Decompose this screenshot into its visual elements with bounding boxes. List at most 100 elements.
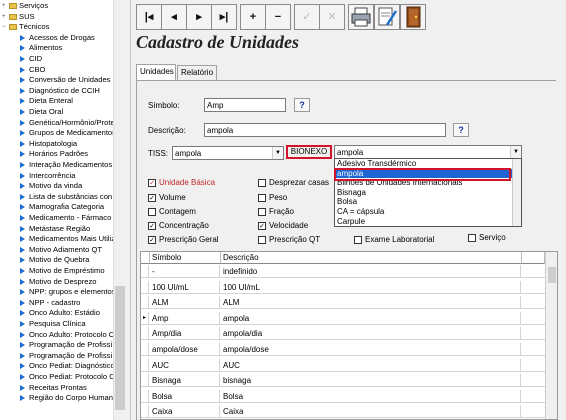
tree-item[interactable]: Onco Adulto: Protocolo C	[20, 330, 113, 340]
expander-icon[interactable]: +	[2, 12, 8, 22]
tree-item[interactable]: Onco Pediat: Protocolo C	[20, 372, 113, 382]
chevron-down-icon[interactable]: ▼	[510, 146, 521, 158]
table-row[interactable]: - indefinido	[141, 265, 545, 278]
checkbox-box[interactable]: ✓	[148, 236, 156, 244]
tree-item[interactable]: Motivo de Quebra	[20, 255, 89, 265]
table-scrollbar[interactable]	[545, 252, 557, 419]
tab-unidades[interactable]: Unidades	[136, 64, 176, 81]
cell-simbolo[interactable]: Caixa	[150, 405, 220, 419]
dropdown-option[interactable]: ampola	[336, 168, 512, 178]
tree-item[interactable]: Programação de Profissi	[20, 340, 112, 350]
tree-item[interactable]: Programação de Profissi	[20, 351, 112, 361]
peso-checkbox[interactable]: Peso	[258, 193, 287, 203]
tree-item[interactable]: NPP: grupos e elementos	[20, 287, 113, 297]
fracao-checkbox[interactable]: Fração	[258, 207, 294, 217]
cell-descricao[interactable]: AUC	[221, 358, 521, 372]
cell-simbolo[interactable]: Amp/dia	[150, 327, 220, 341]
tree-item[interactable]: Motivo da vinda	[20, 181, 82, 191]
simbolo-input[interactable]: Amp	[204, 98, 286, 112]
simbolo-help-button[interactable]: ?	[294, 98, 310, 112]
delete-record-button[interactable]: −	[265, 4, 291, 30]
table-row[interactable]: Bisnaga bisnaga	[141, 374, 545, 388]
checkbox-box[interactable]	[258, 236, 266, 244]
contagem-checkbox[interactable]: Contagem	[148, 207, 196, 217]
desprezar-checkbox[interactable]: Desprezar casas	[258, 178, 329, 188]
prescricao-qt-checkbox[interactable]: Prescrição QT	[258, 235, 320, 245]
cell-descricao[interactable]: ampola	[221, 311, 521, 325]
checkbox-box[interactable]	[468, 234, 476, 242]
tree-item[interactable]: Conversão de Unidades	[20, 75, 110, 85]
tree-item[interactable]: Acessos de Drogas	[20, 33, 95, 43]
exame-laboratorial-checkbox[interactable]: Exame Laboratorial	[354, 235, 434, 245]
tree-item[interactable]: CBO	[20, 65, 45, 75]
tree-item[interactable]: Receitas Prontas	[20, 383, 87, 393]
checkbox-box[interactable]: ✓	[148, 222, 156, 230]
tree-item[interactable]: Medicamento - Fármaco	[20, 213, 111, 223]
tree-item[interactable]: Metástase Região	[20, 224, 90, 234]
tree-folder-item[interactable]: + SUS	[2, 12, 35, 22]
table-header-simbolo[interactable]: Símbolo	[150, 252, 221, 264]
cell-simbolo[interactable]: -	[150, 265, 220, 278]
checkbox-box[interactable]	[258, 208, 266, 216]
tree-item[interactable]: Onco Adulto: Estádio	[20, 308, 100, 318]
table-row[interactable]: 100 UI/mL 100 UI/mL	[141, 280, 545, 294]
expander-icon[interactable]: +	[2, 1, 8, 11]
velocidade-checkbox[interactable]: ✓ Velocidade	[258, 221, 308, 231]
first-record-button[interactable]: |◂	[136, 4, 162, 30]
checkbox-box[interactable]: ✓	[148, 179, 156, 187]
tree-item[interactable]: Motivo Adiamento QT	[20, 245, 102, 255]
checkbox-box[interactable]	[354, 236, 362, 244]
tab-relatorio[interactable]: Relatório	[177, 65, 217, 80]
dropdown-option[interactable]: Bilhões de Unidades Internacionais	[336, 178, 512, 187]
table-row[interactable]: ▸ Amp ampola	[141, 311, 545, 325]
volume-checkbox[interactable]: ✓ Volume	[148, 193, 186, 203]
tree-scroll-thumb[interactable]	[115, 286, 125, 410]
tree-item[interactable]: Dieta Enteral	[20, 96, 73, 106]
cell-descricao[interactable]: ampola/dia	[221, 327, 521, 341]
add-record-button[interactable]: +	[240, 4, 266, 30]
tree-item[interactable]: Mamografia Categoria	[20, 202, 104, 212]
print-button[interactable]	[348, 4, 374, 30]
edit-report-button[interactable]	[374, 4, 400, 30]
dropdown-scrollbar[interactable]	[512, 159, 521, 226]
last-record-button[interactable]: ▸|	[211, 4, 237, 30]
checkbox-box[interactable]: ✓	[148, 194, 156, 202]
cell-simbolo[interactable]: Amp	[150, 311, 220, 325]
cell-descricao[interactable]: indefinido	[221, 265, 521, 278]
checkbox-box[interactable]	[148, 208, 156, 216]
tree-item[interactable]: Histopatologia	[20, 139, 77, 149]
concentracao-checkbox[interactable]: ✓ Concentração	[148, 221, 209, 231]
dropdown-option[interactable]: CA = cápsula	[336, 207, 512, 216]
tree-item[interactable]: Pesquisa Clínica	[20, 319, 86, 329]
cell-simbolo[interactable]: Bisnaga	[150, 374, 220, 388]
cell-descricao[interactable]: ALM	[221, 296, 521, 310]
cell-simbolo[interactable]: 100 UI/mL	[150, 280, 220, 294]
tree-item[interactable]: Motivo de Desprezo	[20, 277, 97, 287]
tree-item[interactable]: Motivo de Empréstimo	[20, 266, 105, 276]
tree-item[interactable]: Interação Medicamentos	[20, 160, 112, 170]
cell-simbolo[interactable]: AUC	[150, 358, 220, 372]
tree-item[interactable]: Lista de substâncias con	[20, 192, 112, 202]
checkbox-box[interactable]	[258, 194, 266, 202]
dropdown-option[interactable]: Bolsa	[336, 197, 512, 206]
bionexo-select[interactable]: ampola ▼	[334, 145, 522, 159]
dropdown-option[interactable]: Carpule	[336, 217, 512, 226]
tree-item[interactable]: Medicamentos Mais Utiliz	[20, 234, 113, 244]
prescricao-geral-checkbox[interactable]: ✓ Prescrição Geral	[148, 235, 219, 245]
table-row[interactable]: AUC AUC	[141, 358, 545, 372]
descricao-input[interactable]: ampola	[204, 123, 446, 137]
table-row[interactable]: ampola/dose ampola/dose	[141, 343, 545, 356]
table-row[interactable]: Bolsa Bolsa	[141, 389, 545, 403]
cell-descricao[interactable]: ampola/dose	[221, 343, 521, 356]
cell-simbolo[interactable]: ampola/dose	[150, 343, 220, 356]
cancel-button[interactable]: ✕	[319, 4, 345, 30]
tree-item[interactable]: Genética/Hormônio/Prote	[20, 118, 113, 128]
table-row[interactable]: Amp/dia ampola/dia	[141, 327, 545, 341]
tree-item[interactable]: Alimentos	[20, 43, 62, 53]
cell-simbolo[interactable]: ALM	[150, 296, 220, 310]
tree-item[interactable]: NPP - cadastro	[20, 298, 80, 308]
table-row[interactable]: ALM ALM	[141, 296, 545, 310]
expander-icon[interactable]: −	[2, 22, 8, 32]
tree-item[interactable]: CID	[20, 54, 42, 64]
cell-descricao[interactable]: 100 UI/mL	[221, 280, 521, 294]
